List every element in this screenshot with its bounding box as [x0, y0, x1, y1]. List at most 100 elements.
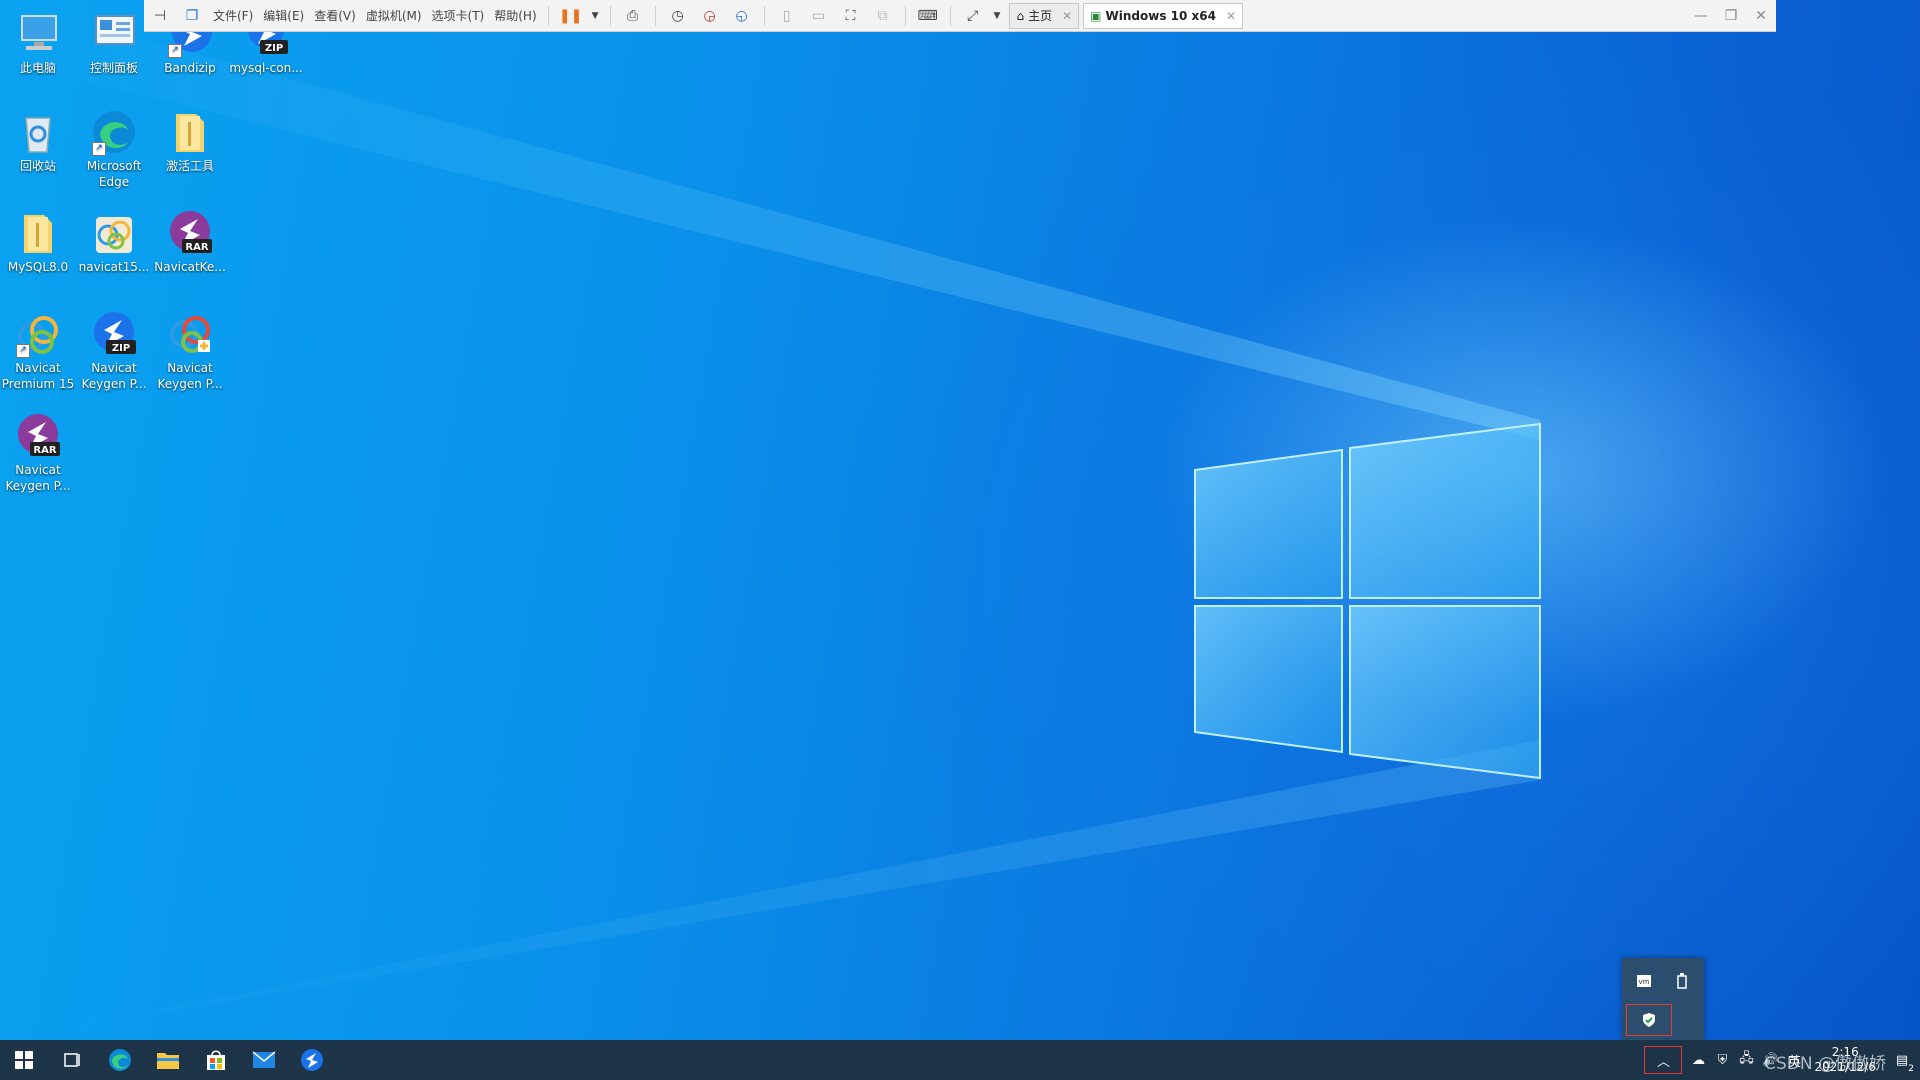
minimize-icon[interactable]: —	[1686, 0, 1716, 31]
notification-center-icon[interactable]: ▤ 2	[1884, 1040, 1920, 1080]
maximize-icon[interactable]: ❐	[1716, 0, 1746, 31]
snapshot-manager-icon[interactable]: ◵	[726, 4, 758, 28]
menu-help[interactable]: 帮助(H)	[489, 4, 541, 28]
menu-edit[interactable]: 编辑(E)	[258, 4, 309, 28]
shortcut-arrow-icon: ↗	[16, 344, 30, 358]
taskbar: ︿ ☁ ⛨ 🖧 🔊 英 2:16 2021/12/6 ▤ 2	[0, 1040, 1920, 1080]
shortcut-arrow-icon: ↗	[92, 142, 106, 156]
archive-badge: RAR	[185, 242, 208, 253]
desktop-icon-label: Navicat Keygen P...	[81, 361, 147, 391]
windows-logo-wallpaper	[0, 0, 1541, 1040]
windows-defender-icon[interactable]: ⛨	[1710, 1040, 1734, 1080]
tab-label: Windows 10 x64	[1105, 8, 1216, 23]
close-icon[interactable]: ✕	[1226, 9, 1236, 23]
desktop-icon-label: 激活工具	[165, 159, 214, 173]
full-screen-icon[interactable]: ⛶	[835, 4, 867, 28]
onedrive-icon[interactable]: ☁	[1686, 1040, 1710, 1080]
folder-icon	[166, 108, 214, 156]
tray-overflow-popup: vm usb security	[1622, 958, 1704, 1040]
send-ctrl-alt-del-icon[interactable]: ⎙	[617, 4, 649, 28]
store-icon[interactable]	[192, 1040, 240, 1080]
navicat-icon: ↗	[14, 310, 62, 358]
console-view-icon[interactable]: ⌨	[912, 4, 944, 28]
desktop-icon-mysql80[interactable]: MySQL8.0	[1, 209, 75, 275]
desktop-icon-navicatkeygen-rar[interactable]: RAR NavicatKe...	[153, 209, 227, 275]
snapshot-icon[interactable]: ◷	[662, 4, 694, 28]
pause-icon[interactable]: ❚❚	[555, 4, 587, 28]
archive-badge: ZIP	[265, 43, 283, 54]
windows-security-icon[interactable]: security	[1626, 1004, 1672, 1036]
tab-windows-10-x64[interactable]: ▣ Windows 10 x64 ✕	[1083, 2, 1244, 29]
restore-window-icon[interactable]: ❐	[176, 4, 208, 28]
desktop-icon-label: 此电脑	[19, 61, 56, 75]
navicat-keygen-icon	[166, 310, 214, 358]
file-explorer-icon[interactable]	[144, 1040, 192, 1080]
edge-icon: ↗	[90, 108, 138, 156]
desktop-icon-navicat-keygen-exe[interactable]: Navicat Keygen P...	[153, 310, 227, 392]
usb-icon[interactable]: usb	[1664, 966, 1700, 996]
pin-icon[interactable]: ⊣	[144, 4, 176, 28]
thumbnail-bar-icon[interactable]: ▭	[803, 4, 835, 28]
toolbar-divider	[654, 5, 656, 26]
shortcut-arrow-icon: ↗	[168, 44, 182, 58]
toolbar-divider	[949, 5, 951, 26]
toolbar-divider	[547, 5, 549, 26]
menu-tabs[interactable]: 选项卡(T)	[427, 4, 490, 28]
network-icon[interactable]: 🖧	[1734, 1040, 1758, 1080]
window-controls: — ❐ ✕	[1686, 0, 1776, 31]
recycle-bin-icon	[14, 108, 62, 156]
menu-vm[interactable]: 虚拟机(M)	[361, 4, 427, 28]
tab-label: 主页	[1028, 9, 1053, 23]
home-icon: ⌂	[1016, 8, 1025, 23]
chevron-up-icon[interactable]: ︿	[1644, 1046, 1683, 1074]
archive-badge: ZIP	[112, 343, 130, 354]
show-library-icon[interactable]: ▯	[771, 4, 803, 28]
toolbar-divider	[609, 5, 611, 26]
unity-icon[interactable]: ⧉	[867, 4, 899, 28]
notification-count: 2	[1908, 1064, 1914, 1074]
this-pc-icon	[14, 10, 62, 58]
watermark: CSDN @傲傲娇	[1764, 1054, 1886, 1074]
zip-archive-icon: ZIP	[90, 310, 138, 358]
desktop-icon-navicat-premium[interactable]: ↗ Navicat Premium 15	[1, 310, 75, 392]
toolbar-divider	[904, 5, 906, 26]
rar-archive-icon: RAR	[166, 209, 214, 257]
vmware-tools-icon[interactable]: vm	[1626, 966, 1662, 996]
desktop-icon-label: Bandizip	[164, 61, 216, 75]
desktop-icon-this-pc[interactable]: 此电脑	[1, 10, 75, 76]
folder-icon	[14, 209, 62, 257]
bandizip-icon[interactable]	[288, 1040, 336, 1080]
chevron-down-icon[interactable]: ▼	[989, 4, 1006, 28]
desktop-icon-label: navicat15...	[78, 260, 150, 274]
start-icon[interactable]	[0, 1040, 48, 1080]
toolbar-divider	[763, 5, 765, 26]
desktop[interactable]: 此电脑 控制面板 ↗ Bandizip ZIP mysql-con... 回收站…	[0, 0, 1920, 1040]
desktop-icon-control-panel[interactable]: 控制面板	[77, 10, 151, 76]
revert-snapshot-icon[interactable]: ◶	[694, 4, 726, 28]
tab-home[interactable]: ⌂ 主页 ✕	[1009, 2, 1080, 29]
desktop-icon-label: Navicat Keygen P...	[157, 361, 223, 391]
task-view-icon[interactable]	[48, 1040, 96, 1080]
desktop-icon-label: MySQL8.0	[7, 260, 69, 274]
desktop-icon-navicat15-installer[interactable]: navicat15...	[77, 209, 151, 275]
desktop-icon-label: mysql-con...	[229, 61, 303, 75]
desktop-icon-navicat-keygen-zip[interactable]: ZIP Navicat Keygen P...	[77, 310, 151, 392]
edge-icon[interactable]	[96, 1040, 144, 1080]
desktop-icon-label: Navicat Keygen P...	[5, 463, 71, 493]
control-panel-icon	[90, 10, 138, 58]
archive-badge: RAR	[33, 445, 56, 456]
desktop-icon-label: 回收站	[19, 159, 56, 173]
desktop-icon-activation-tools[interactable]: 激活工具	[153, 108, 227, 174]
menu-view[interactable]: 查看(V)	[309, 4, 361, 28]
close-icon[interactable]: ✕	[1062, 9, 1072, 23]
desktop-icon-label: Microsoft Edge	[86, 159, 142, 189]
chevron-down-icon[interactable]: ▼	[587, 4, 604, 28]
desktop-icon-label: 控制面板	[89, 61, 138, 75]
menu-file[interactable]: 文件(F)	[208, 4, 258, 28]
desktop-icon-recycle-bin[interactable]: 回收站	[1, 108, 75, 174]
close-icon[interactable]: ✕	[1746, 0, 1776, 31]
mail-icon[interactable]	[240, 1040, 288, 1080]
desktop-icon-edge[interactable]: ↗ Microsoft Edge	[77, 108, 151, 190]
desktop-icon-navicat-keygen-rar[interactable]: RAR Navicat Keygen P...	[1, 412, 75, 494]
stretch-guest-icon[interactable]: ⤢	[957, 4, 989, 28]
